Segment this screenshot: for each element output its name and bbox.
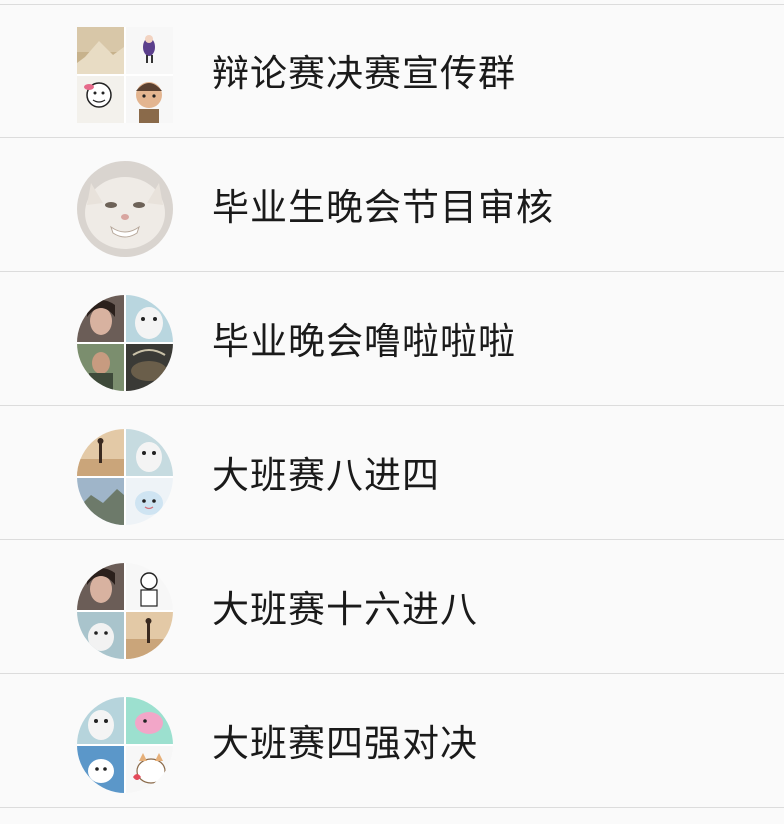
- chat-row-title: 毕业生晚会节目审核: [212, 186, 554, 229]
- cat-avatar-icon: [77, 161, 173, 257]
- chat-row-title: 大班赛四强对决: [212, 722, 478, 765]
- group-avatar-match-icon: [77, 563, 173, 659]
- chat-row-group[interactable]: 大班赛四强对决: [0, 675, 784, 808]
- chat-row-title: 毕业晚会噜啦啦啦: [212, 320, 516, 363]
- chat-row-group[interactable]: 大班赛八进四: [0, 407, 784, 540]
- group-avatar-match-icon: [77, 697, 173, 793]
- group-avatar-match-icon: [77, 429, 173, 525]
- chat-row-group[interactable]: 毕业晚会噜啦啦啦: [0, 273, 784, 406]
- group-avatar-party-icon: [77, 295, 173, 391]
- chat-row-title: 大班赛八进四: [212, 454, 440, 497]
- chat-row-title: 辩论赛决赛宣传群: [212, 52, 516, 95]
- chat-row-group[interactable]: 大班赛十六进八: [0, 541, 784, 674]
- chat-list: 辩论赛决赛宣传群 毕业生晚会节目审核 毕业晚会噜啦啦啦 大班赛八进四 大班赛十六…: [0, 0, 784, 824]
- chat-row-title: 大班赛十六进八: [212, 588, 478, 631]
- chat-row-group[interactable]: 毕业生晚会节目审核: [0, 139, 784, 272]
- chat-row-group[interactable]: 辩论赛决赛宣传群: [0, 5, 784, 138]
- group-avatar-debate-icon: [77, 27, 173, 123]
